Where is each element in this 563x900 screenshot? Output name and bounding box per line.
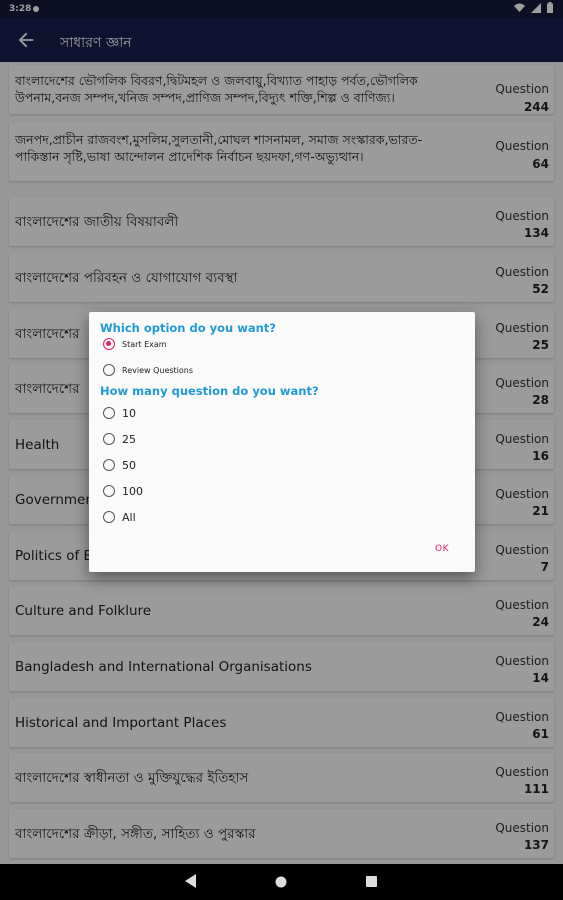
- radio-count-100[interactable]: 100: [103, 483, 143, 499]
- radio-count-50[interactable]: 50: [103, 457, 136, 473]
- radio-count-all[interactable]: All: [103, 509, 136, 525]
- radio-label: Start Exam: [122, 339, 167, 349]
- ok-button[interactable]: OK: [435, 544, 449, 554]
- nav-home-icon[interactable]: [275, 876, 287, 888]
- radio-review-questions[interactable]: Review Questions: [103, 362, 193, 378]
- radio-label: 25: [122, 432, 136, 446]
- radio-unselected-icon: [103, 485, 115, 497]
- radio-label: 50: [122, 458, 136, 472]
- radio-label: 100: [122, 484, 143, 498]
- radio-label: All: [122, 510, 136, 524]
- radio-label: Review Questions: [122, 365, 194, 375]
- nav-back-icon[interactable]: [185, 874, 197, 888]
- radio-unselected-icon: [103, 433, 115, 445]
- radio-selected-icon: [103, 338, 115, 350]
- radio-unselected-icon: [103, 459, 115, 471]
- exam-options-dialog: Which option do you want? Start Exam Rev…: [89, 312, 475, 572]
- radio-label: 10: [122, 406, 136, 420]
- radio-count-25[interactable]: 25: [103, 431, 136, 447]
- radio-unselected-icon: [103, 364, 115, 376]
- radio-count-10[interactable]: 10: [103, 405, 136, 421]
- radio-start-exam[interactable]: Start Exam: [103, 336, 167, 352]
- radio-unselected-icon: [103, 511, 115, 523]
- radio-unselected-icon: [103, 407, 115, 419]
- mode-heading: Which option do you want?: [100, 321, 276, 335]
- count-heading: How many question do you want?: [100, 384, 319, 398]
- nav-recents-icon[interactable]: [366, 876, 377, 887]
- system-nav-bar: [0, 864, 563, 900]
